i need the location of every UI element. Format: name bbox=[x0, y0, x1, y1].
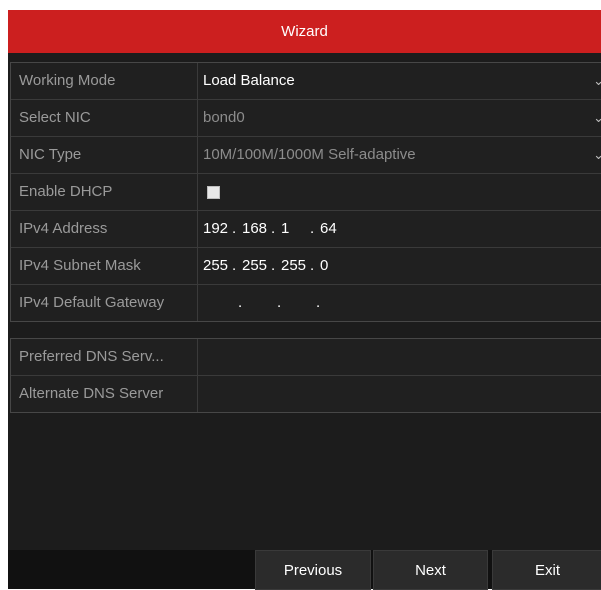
ipv4-default-gateway-row: IPv4 Default Gateway ... bbox=[11, 285, 601, 321]
preferred-dns-row: Preferred DNS Serv... bbox=[11, 339, 601, 376]
row-divider bbox=[197, 63, 198, 99]
ip-dot: . bbox=[310, 220, 315, 237]
nic-type-row: NIC Type 10M/100M/1000M Self-adaptive ⌄ bbox=[11, 137, 601, 174]
chevron-down-icon[interactable]: ⌄ bbox=[593, 137, 601, 173]
select-nic-label: Select NIC bbox=[19, 109, 91, 126]
ip-dot: . bbox=[271, 257, 276, 274]
row-divider bbox=[197, 248, 198, 284]
ip-octet[interactable]: 255 bbox=[281, 248, 310, 284]
ipv4-address-field[interactable]: 192. 168. 1. 64 bbox=[203, 211, 349, 247]
alternate-dns-row: Alternate DNS Server bbox=[11, 376, 601, 412]
ipv4-address-row: IPv4 Address 192. 168. 1. 64 bbox=[11, 211, 601, 248]
row-divider bbox=[197, 211, 198, 247]
nic-type-select[interactable]: 10M/100M/1000M Self-adaptive bbox=[203, 137, 416, 173]
next-button[interactable]: Next bbox=[373, 550, 488, 590]
alternate-dns-label: Alternate DNS Server bbox=[19, 385, 164, 402]
dns-settings-group: Preferred DNS Serv... Alternate DNS Serv… bbox=[10, 338, 601, 413]
ip-octet[interactable]: 64 bbox=[320, 211, 349, 247]
ip-octet[interactable]: 1 bbox=[281, 211, 310, 247]
ip-dot: . bbox=[316, 294, 321, 311]
ip-octet[interactable]: 0 bbox=[320, 248, 349, 284]
ip-dot: . bbox=[277, 294, 282, 311]
wizard-window: Wizard Working Mode Load Balance ⌄ Selec… bbox=[8, 10, 601, 590]
ipv4-subnet-mask-field[interactable]: 255. 255. 255. 0 bbox=[203, 248, 349, 284]
ip-octet[interactable]: 255 bbox=[203, 248, 232, 284]
ip-dot: . bbox=[271, 220, 276, 237]
nic-type-label: NIC Type bbox=[19, 146, 82, 163]
ip-octet[interactable]: 255 bbox=[242, 248, 271, 284]
row-divider bbox=[197, 100, 198, 136]
working-mode-select[interactable]: Load Balance bbox=[203, 63, 295, 99]
preferred-dns-label: Preferred DNS Serv... bbox=[19, 348, 164, 365]
row-divider bbox=[197, 376, 198, 412]
ip-dot: . bbox=[238, 294, 243, 311]
ip-dot: . bbox=[310, 257, 315, 274]
select-nic-row: Select NIC bond0 ⌄ bbox=[11, 100, 601, 137]
network-settings-group: Working Mode Load Balance ⌄ Select NIC b… bbox=[10, 62, 601, 322]
ip-dot: . bbox=[232, 257, 237, 274]
ip-dot: . bbox=[232, 220, 237, 237]
row-divider bbox=[197, 339, 198, 375]
working-mode-row: Working Mode Load Balance ⌄ bbox=[11, 63, 601, 100]
wizard-footer: Previous Next Exit bbox=[8, 550, 601, 590]
row-divider bbox=[197, 174, 198, 210]
ipv4-default-gateway-label: IPv4 Default Gateway bbox=[19, 294, 165, 311]
previous-button[interactable]: Previous bbox=[255, 550, 371, 590]
chevron-down-icon[interactable]: ⌄ bbox=[593, 100, 601, 136]
row-divider bbox=[197, 137, 198, 173]
ip-octet[interactable]: 192 bbox=[203, 211, 232, 247]
ipv4-subnet-mask-row: IPv4 Subnet Mask 255. 255. 255. 0 bbox=[11, 248, 601, 285]
enable-dhcp-row: Enable DHCP bbox=[11, 174, 601, 211]
enable-dhcp-label: Enable DHCP bbox=[19, 183, 113, 200]
ip-octet[interactable]: 168 bbox=[242, 211, 271, 247]
select-nic-select[interactable]: bond0 bbox=[203, 100, 245, 136]
ipv4-default-gateway-field[interactable]: ... bbox=[203, 285, 355, 321]
exit-button[interactable]: Exit bbox=[492, 550, 601, 590]
ipv4-subnet-mask-label: IPv4 Subnet Mask bbox=[19, 257, 141, 274]
row-divider bbox=[197, 285, 198, 321]
enable-dhcp-checkbox[interactable] bbox=[207, 186, 220, 199]
working-mode-label: Working Mode bbox=[19, 72, 116, 89]
chevron-down-icon[interactable]: ⌄ bbox=[593, 63, 601, 99]
ipv4-address-label: IPv4 Address bbox=[19, 220, 108, 237]
window-title: Wizard bbox=[8, 10, 601, 53]
